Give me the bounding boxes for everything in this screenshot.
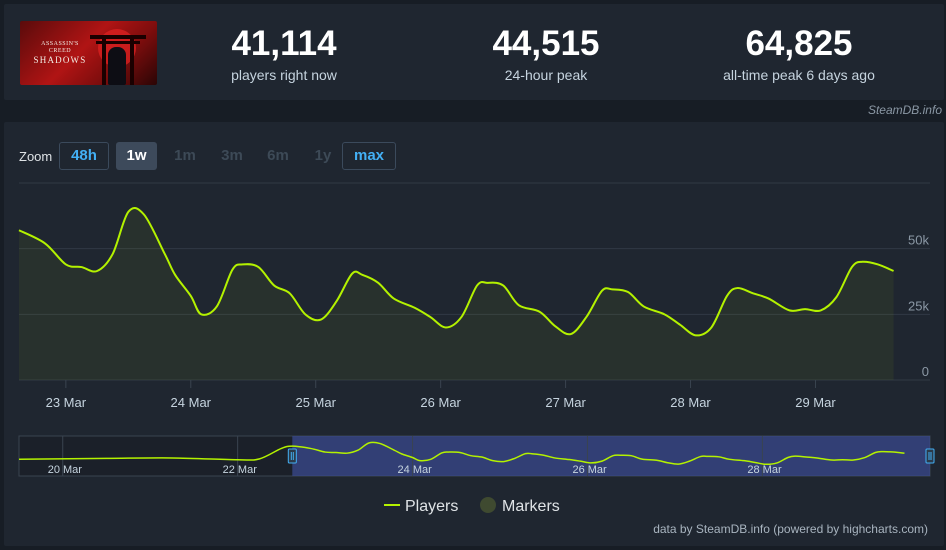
- x-tick-label: 23 Mar: [46, 395, 87, 410]
- thumbnail-torii: [90, 35, 146, 39]
- y-tick-label: 50k: [908, 233, 929, 248]
- stat-label: all-time peak 6 days ago: [723, 67, 875, 83]
- x-axis-ticks: 23 Mar 24 Mar 25 Mar 26 Mar 27 Mar 28 Mar 29 M…: [46, 380, 836, 410]
- highcharts-credit[interactable]: data by SteamDB.info (powered by highcha…: [653, 522, 928, 536]
- navigator-tick-label: 22 Mar: [223, 464, 258, 476]
- stat-all-time-peak: 64,825 all-time peak 6 days ago: [699, 24, 899, 84]
- stat-current-players: 41,114 players right now: [194, 24, 374, 84]
- player-count-chart[interactable]: 0 25k 50k 23 Mar 24 Mar 25 Mar 26 Mar 27 Mar 28…: [4, 122, 944, 546]
- navigator-tick-label: 24 Mar: [398, 464, 433, 476]
- game-thumbnail[interactable]: ASSASSIN'S CREED SHADOWS: [20, 21, 157, 85]
- steamdb-credit[interactable]: SteamDB.info: [868, 103, 942, 117]
- y-tick-label: 0: [922, 364, 929, 379]
- y-axis-ticks: 0 25k 50k: [908, 233, 929, 379]
- legend-label-markers: Markers: [502, 498, 560, 515]
- x-tick-label: 24 Mar: [171, 395, 212, 410]
- thumbnail-figure: [108, 47, 126, 85]
- stat-label: 24-hour peak: [504, 67, 588, 83]
- stat-24h-peak: 44,515 24-hour peak: [456, 24, 636, 84]
- navigator-tick-label: 20 Mar: [48, 464, 83, 476]
- navigator-tick-label: 28 Mar: [747, 464, 782, 476]
- game-logo-line2: CREED: [48, 48, 72, 54]
- y-tick-label: 25k: [908, 298, 929, 313]
- game-logo-line1: ASSASSIN'S: [41, 41, 79, 47]
- thumbnail-torii-post: [102, 39, 106, 85]
- legend-marker-icon: [480, 497, 496, 513]
- stat-label: players right now: [231, 67, 337, 83]
- chart-panel: Zoom 48h 1w 1m 3m 6m 1y max 0 25k 50k 23 M…: [4, 122, 944, 546]
- navigator-right-handle[interactable]: [925, 448, 935, 464]
- x-tick-label: 25 Mar: [295, 395, 336, 410]
- navigator-handle-grip: [287, 448, 297, 464]
- legend-item-players[interactable]: Players: [384, 498, 458, 515]
- x-tick-label: 29 Mar: [795, 395, 836, 410]
- thumbnail-torii-post: [130, 39, 134, 85]
- navigator-tick-label: 26 Mar: [572, 464, 607, 476]
- navigator-handle-grip: [925, 448, 935, 464]
- legend-item-markers[interactable]: Markers: [480, 497, 560, 515]
- stat-value: 41,114: [231, 24, 337, 63]
- legend-label-players: Players: [405, 498, 458, 515]
- x-tick-label: 27 Mar: [545, 395, 586, 410]
- x-tick-label: 26 Mar: [420, 395, 461, 410]
- x-tick-label: 28 Mar: [670, 395, 711, 410]
- navigator[interactable]: 20 Mar 22 Mar 24 Mar 26 Mar 28 Mar: [18, 435, 935, 477]
- stats-header: ASSASSIN'S CREED SHADOWS 41,114 players …: [4, 4, 944, 100]
- players-series-area: [19, 207, 894, 380]
- game-logo-line3: SHADOWS: [33, 55, 87, 65]
- chart-legend: Players Markers: [384, 497, 560, 515]
- stat-value: 44,515: [492, 24, 600, 63]
- navigator-left-handle[interactable]: [287, 448, 297, 464]
- stat-value: 64,825: [745, 24, 853, 63]
- game-logo: ASSASSIN'S CREED SHADOWS: [24, 41, 96, 65]
